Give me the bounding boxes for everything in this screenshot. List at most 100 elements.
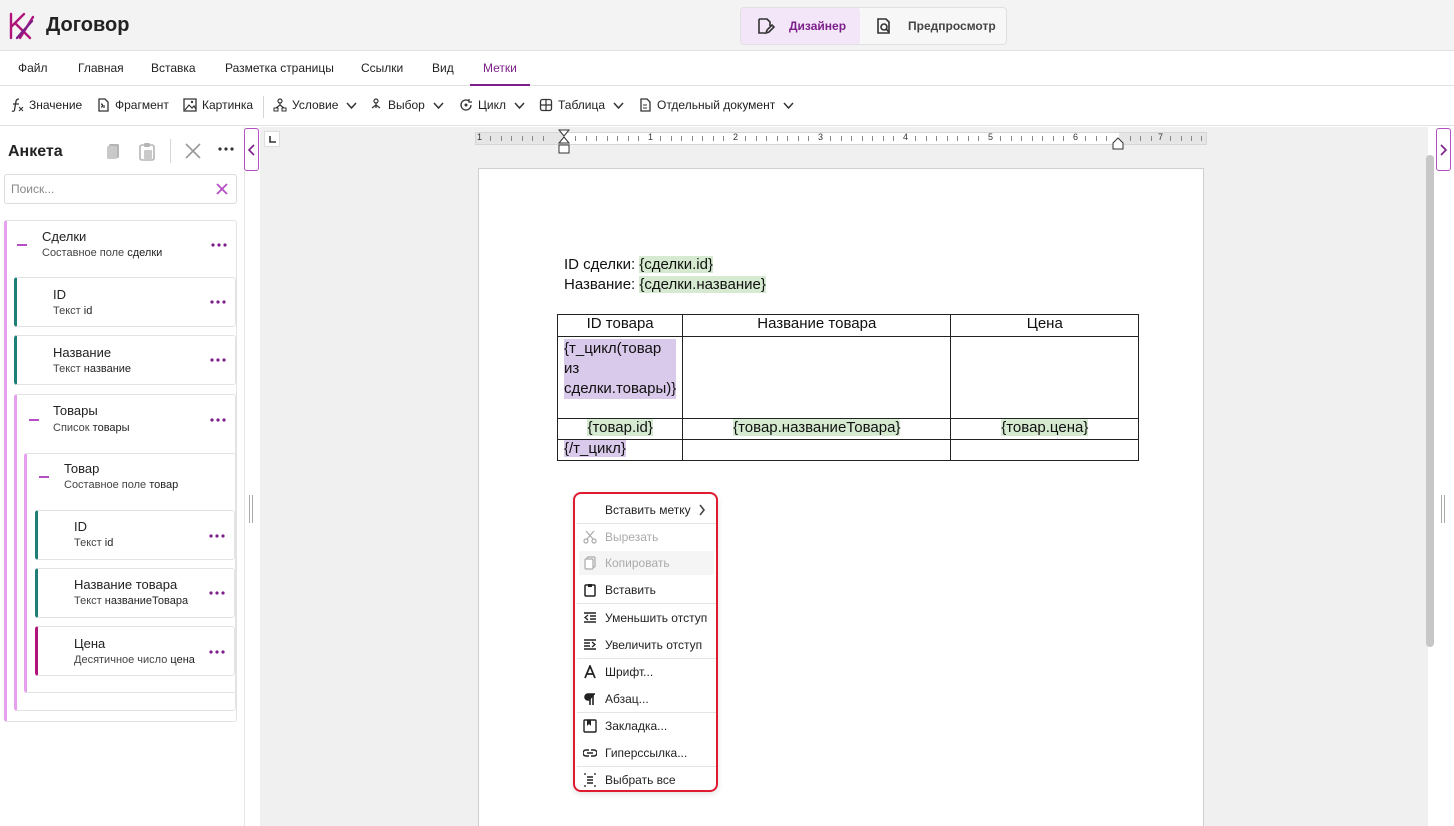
choice-icon	[371, 98, 381, 109]
questionnaire-panel: Анкета Сделки Составное поле сделки ID Т…	[0, 127, 245, 826]
copy-icon[interactable]	[104, 141, 124, 161]
table-header-cell[interactable]: ID товара	[556, 314, 684, 337]
mode-switch: Дизайнер Предпросмотр	[740, 7, 1007, 45]
table-cell[interactable]	[682, 439, 952, 461]
collapse-icon[interactable]	[17, 244, 27, 246]
picture-icon	[183, 98, 197, 112]
condition-dropdown[interactable]: Условие	[273, 98, 357, 112]
tree-node-name: Название	[53, 345, 112, 360]
table-header-cell[interactable]: Цена	[950, 314, 1140, 337]
choice-dropdown[interactable]: Выбор	[369, 98, 444, 112]
deal-name-label: Название:	[564, 276, 640, 293]
tab-home[interactable]: Главная	[78, 51, 124, 86]
condition-label: Условие	[292, 98, 339, 112]
link-icon	[583, 749, 597, 757]
picture-label: Картинка	[202, 98, 254, 112]
tag-good-price[interactable]: {товар.цена}	[1001, 419, 1089, 436]
table-cell[interactable]	[950, 439, 1140, 461]
ruler-number: 5	[988, 132, 994, 142]
bookmark-menu-item[interactable]: Закладка...	[579, 714, 714, 738]
table-cell[interactable]	[682, 336, 952, 419]
select-all-menu-item[interactable]: Выбрать все	[579, 768, 714, 792]
picture-button[interactable]: Картинка	[183, 98, 253, 112]
paragraph-menu-item[interactable]: Абзац...	[579, 687, 714, 711]
node-menu-icon[interactable]	[210, 357, 226, 363]
tree-node-deal-id[interactable]: ID Текст id	[14, 277, 236, 327]
tab-view[interactable]: Вид	[432, 51, 454, 86]
insert-tag-menu-item[interactable]: Вставить метку	[579, 498, 714, 522]
clear-search-icon[interactable]	[216, 183, 228, 195]
more-icon[interactable]	[217, 141, 235, 161]
increase-indent-menu-item[interactable]: Увеличить отступ	[579, 633, 714, 657]
tree-node-name: Цена	[74, 636, 106, 651]
value-button[interactable]: Значение	[10, 98, 82, 112]
indent-marker-icon[interactable]	[557, 129, 571, 155]
table-header-cell[interactable]: Название товара	[682, 314, 952, 337]
tab-tags[interactable]: Метки	[470, 51, 530, 86]
tab-references[interactable]: Ссылки	[361, 51, 403, 86]
hyperlink-menu-item[interactable]: Гиперссылка...	[579, 741, 714, 765]
collapse-icon[interactable]	[39, 476, 49, 478]
preview-mode-label: Предпросмотр	[908, 19, 996, 33]
tree-node-good-id[interactable]: ID Текст id	[35, 510, 235, 560]
paragraph-label: Абзац...	[605, 692, 649, 706]
horizontal-ruler: 1 1 2 3 4 5 6 7	[475, 132, 1207, 145]
ribbon-toolbar: Значение Фрагмент Картинка Условие Выбор…	[0, 86, 1454, 126]
designer-mode-button[interactable]: Дизайнер	[741, 8, 861, 44]
fragment-button[interactable]: Фрагмент	[96, 98, 169, 112]
loop-end-cell[interactable]: {/т_цикл}	[556, 439, 684, 461]
tab-stop-selector[interactable]	[264, 131, 280, 147]
tab-page-layout[interactable]: Разметка страницы	[225, 51, 334, 86]
table-cell[interactable]: {товар.цена}	[950, 418, 1140, 440]
node-menu-icon[interactable]	[209, 533, 225, 539]
tree-node-name: ID	[53, 287, 66, 302]
app-logo-icon	[9, 12, 35, 40]
decrease-indent-menu-item[interactable]: Уменьшить отступ	[579, 606, 714, 630]
right-resize-handle[interactable]	[1441, 495, 1445, 523]
loop-icon	[460, 99, 472, 111]
node-menu-icon[interactable]	[210, 299, 226, 305]
tag-deal-name[interactable]: {сделки.название}	[639, 276, 766, 293]
vertical-scrollbar[interactable]	[1426, 155, 1434, 647]
menu-tabs: Файл Главная Вставка Разметка страницы С…	[0, 51, 1454, 86]
tree-node-name: Название товара	[74, 577, 178, 592]
tag-loop-end[interactable]: {/т_цикл}	[564, 440, 626, 457]
loop-start-cell[interactable]: {т_цикл(товар из сделки.товары)}	[556, 336, 684, 419]
tag-loop-start[interactable]: {т_цикл(товар из сделки.товары)}	[564, 339, 677, 399]
cut-menu-item[interactable]: Вырезать	[579, 525, 714, 549]
table-dropdown[interactable]: Таблица	[539, 98, 624, 112]
left-resize-handle[interactable]	[249, 495, 253, 523]
collapse-icon[interactable]	[29, 419, 39, 421]
search-input[interactable]	[5, 175, 195, 203]
close-icon[interactable]	[183, 141, 203, 161]
node-menu-icon[interactable]	[210, 417, 226, 423]
tab-file[interactable]: Файл	[18, 51, 48, 86]
node-menu-icon[interactable]	[211, 242, 227, 248]
tag-good-id[interactable]: {товар.id}	[587, 419, 653, 436]
right-indent-marker-icon[interactable]	[1111, 137, 1125, 150]
copy-menu-item[interactable]: Копировать	[579, 551, 714, 575]
tree-node-good-name[interactable]: Название товара Текст названиеТовара	[35, 568, 235, 618]
font-menu-item[interactable]: Шрифт...	[579, 660, 714, 684]
collapse-left-panel-button[interactable]	[244, 128, 259, 171]
preview-mode-button[interactable]: Предпросмотр	[860, 8, 1010, 44]
paste-icon	[584, 584, 596, 597]
table-cell[interactable]	[950, 336, 1140, 419]
tab-insert[interactable]: Вставка	[151, 51, 196, 86]
loop-dropdown[interactable]: Цикл	[459, 98, 525, 112]
ruler-number: 6	[1073, 132, 1079, 142]
paste-menu-item[interactable]: Вставить	[579, 578, 714, 602]
tree-node-deal-name[interactable]: Название Текст название	[14, 335, 236, 385]
separate-document-dropdown[interactable]: Отдельный документ	[638, 98, 794, 112]
tag-deal-id[interactable]: {сделки.id}	[639, 256, 713, 273]
expand-right-panel-button[interactable]	[1436, 128, 1451, 171]
node-menu-icon[interactable]	[209, 649, 225, 655]
paragraph-icon	[584, 693, 595, 705]
paste-icon[interactable]	[137, 141, 157, 161]
table-cell[interactable]: {товар.id}	[556, 418, 684, 440]
table-cell[interactable]: {товар.названиеТовара}	[682, 418, 952, 440]
node-menu-icon[interactable]	[209, 590, 225, 596]
tree-node-good-price[interactable]: Цена Десятичное число цена	[35, 626, 235, 676]
fragment-icon	[98, 98, 109, 112]
tag-good-name[interactable]: {товар.названиеТовара}	[733, 419, 901, 436]
